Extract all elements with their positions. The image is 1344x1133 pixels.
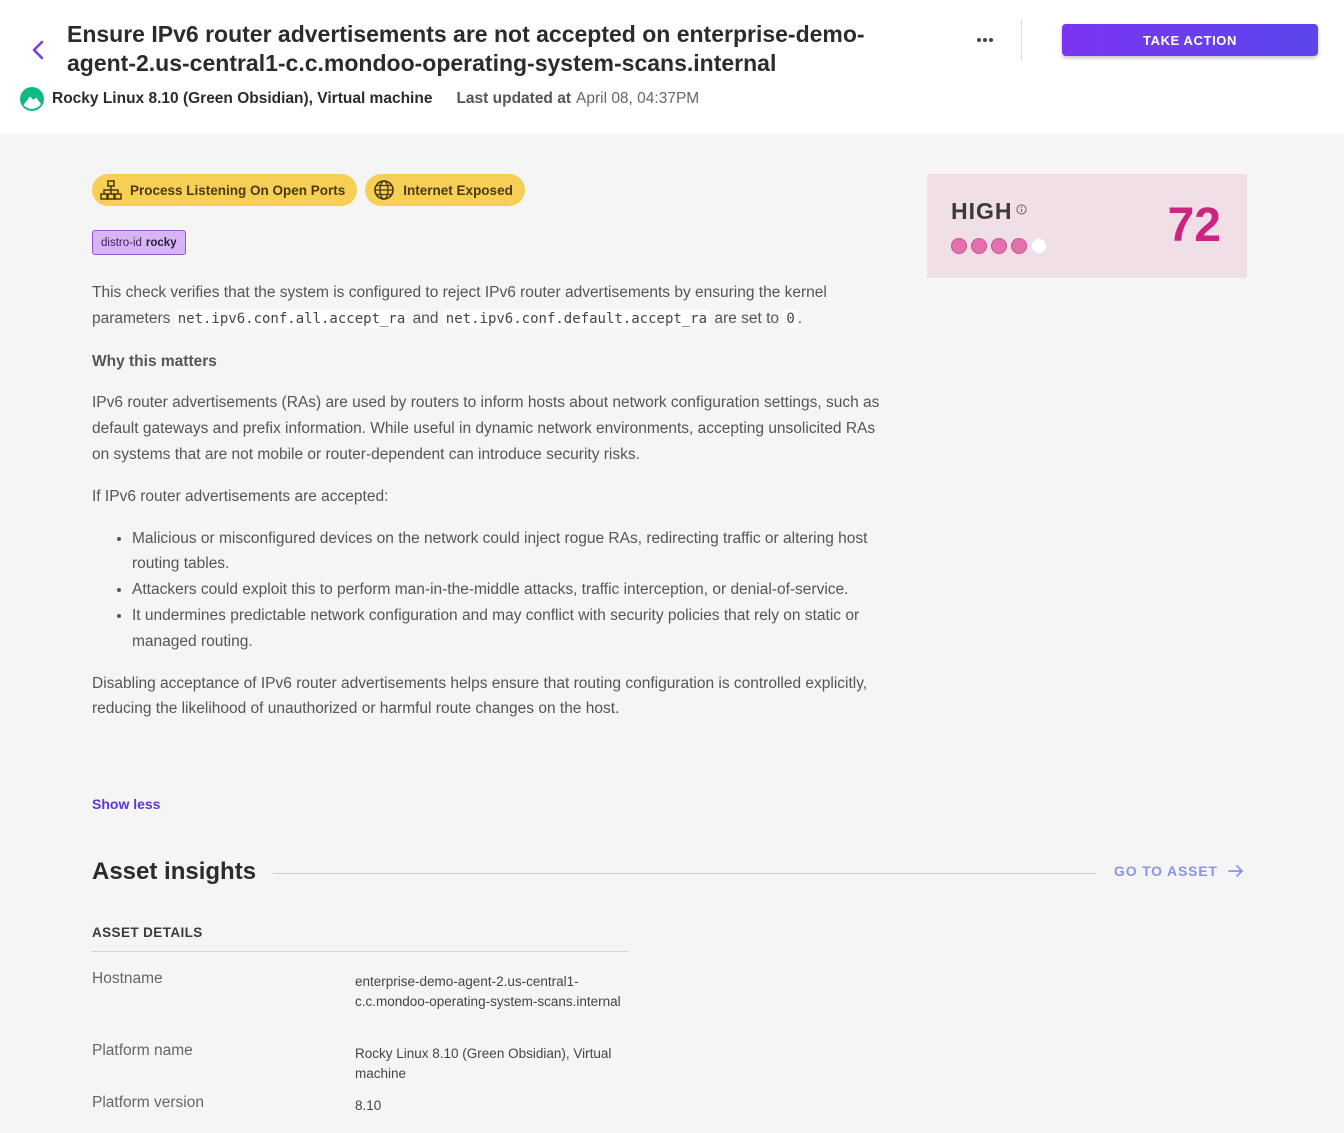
go-to-asset-link[interactable]: GO TO ASSET bbox=[1114, 863, 1244, 879]
chevron-left-icon bbox=[32, 40, 44, 60]
risk-list: Malicious or misconfigured devices on th… bbox=[132, 526, 892, 655]
code-accept-ra-default: net.ipv6.conf.default.accept_ra bbox=[442, 309, 711, 328]
severity-dot-filled bbox=[951, 238, 967, 254]
chip-internet-exposed[interactable]: Internet Exposed bbox=[365, 174, 525, 206]
detail-value: 8.10 bbox=[355, 1098, 382, 1113]
risk-score: 72 bbox=[1167, 199, 1221, 252]
detail-key: Platform version bbox=[92, 1094, 204, 1111]
severity-label: HIGH bbox=[951, 198, 1013, 224]
detail-key: Hostname bbox=[92, 970, 163, 987]
code-accept-ra-all: net.ipv6.conf.all.accept_ra bbox=[174, 309, 409, 328]
ra-paragraph: IPv6 router advertisements (RAs) are use… bbox=[92, 394, 880, 463]
detail-value: enterprise-demo-agent-2.us-central1-c.c.… bbox=[355, 974, 621, 1009]
severity-dot-filled bbox=[971, 238, 987, 254]
asset-insights-divider bbox=[273, 873, 1096, 874]
intro-set-to: are set to bbox=[714, 309, 780, 327]
last-updated-label: Last updated at bbox=[456, 90, 571, 107]
intro-period: . bbox=[797, 309, 803, 327]
globe-icon bbox=[374, 180, 395, 200]
tag-value: rocky bbox=[145, 236, 177, 249]
why-heading: Why this matters bbox=[92, 352, 217, 370]
asset-insights-title: Asset insights bbox=[92, 858, 257, 885]
risk-factor-chips: Process Listening On Open Ports Internet… bbox=[92, 174, 525, 206]
detail-key: Platform name bbox=[92, 1042, 193, 1059]
severity-dots bbox=[951, 238, 1047, 254]
disabling-paragraph: Disabling acceptance of IPv6 router adve… bbox=[92, 674, 868, 718]
distro-tag[interactable]: distro-id rocky bbox=[92, 230, 186, 255]
intro-paragraph: This check verifies that the system is c… bbox=[92, 280, 892, 333]
list-item: Attackers could exploit this to perform … bbox=[132, 577, 892, 603]
intro-and: and bbox=[412, 309, 439, 327]
chip-label: Process Listening On Open Ports bbox=[130, 182, 346, 198]
check-description: This check verifies that the system is c… bbox=[92, 280, 892, 738]
asset-details-heading: ASSET DETAILS bbox=[92, 925, 203, 940]
asset-subline: Rocky Linux 8.10 (Green Obsidian), Virtu… bbox=[20, 87, 699, 111]
page-header: Ensure IPv6 router advertisements are no… bbox=[0, 0, 1344, 134]
severity-dot-filled bbox=[991, 238, 1007, 254]
more-options-button[interactable] bbox=[970, 28, 1000, 52]
arrow-right-icon bbox=[1227, 865, 1243, 877]
list-item: Malicious or misconfigured devices on th… bbox=[132, 526, 892, 578]
rocky-linux-logo-icon bbox=[20, 87, 44, 111]
take-action-button[interactable]: TAKE ACTION bbox=[1062, 24, 1318, 56]
asset-details-divider bbox=[92, 951, 629, 952]
info-icon[interactable] bbox=[1016, 204, 1027, 215]
code-zero: 0 bbox=[783, 309, 798, 328]
network-icon bbox=[100, 180, 122, 200]
back-button[interactable] bbox=[26, 38, 50, 62]
list-item: It undermines predictable network config… bbox=[132, 603, 892, 655]
show-less-link[interactable]: Show less bbox=[92, 796, 160, 812]
severity-dot-empty bbox=[1031, 238, 1047, 254]
page-title: Ensure IPv6 router advertisements are no… bbox=[67, 21, 865, 76]
more-horizontal-icon bbox=[977, 38, 993, 42]
severity-dot-filled bbox=[1011, 238, 1027, 254]
last-updated-value: April 08, 04:37PM bbox=[576, 90, 700, 107]
go-to-asset-label: GO TO ASSET bbox=[1114, 863, 1218, 879]
tag-key: distro-id bbox=[101, 236, 142, 249]
header-divider bbox=[1021, 20, 1022, 60]
chip-process-listening[interactable]: Process Listening On Open Ports bbox=[92, 174, 358, 206]
chip-label: Internet Exposed bbox=[403, 182, 513, 198]
accepted-paragraph: If IPv6 router advertisements are accept… bbox=[92, 487, 389, 505]
detail-value: Rocky Linux 8.10 (Green Obsidian), Virtu… bbox=[355, 1046, 612, 1081]
risk-score-card: HIGH 72 bbox=[927, 174, 1247, 278]
platform-name: Rocky Linux 8.10 (Green Obsidian), Virtu… bbox=[52, 90, 433, 107]
